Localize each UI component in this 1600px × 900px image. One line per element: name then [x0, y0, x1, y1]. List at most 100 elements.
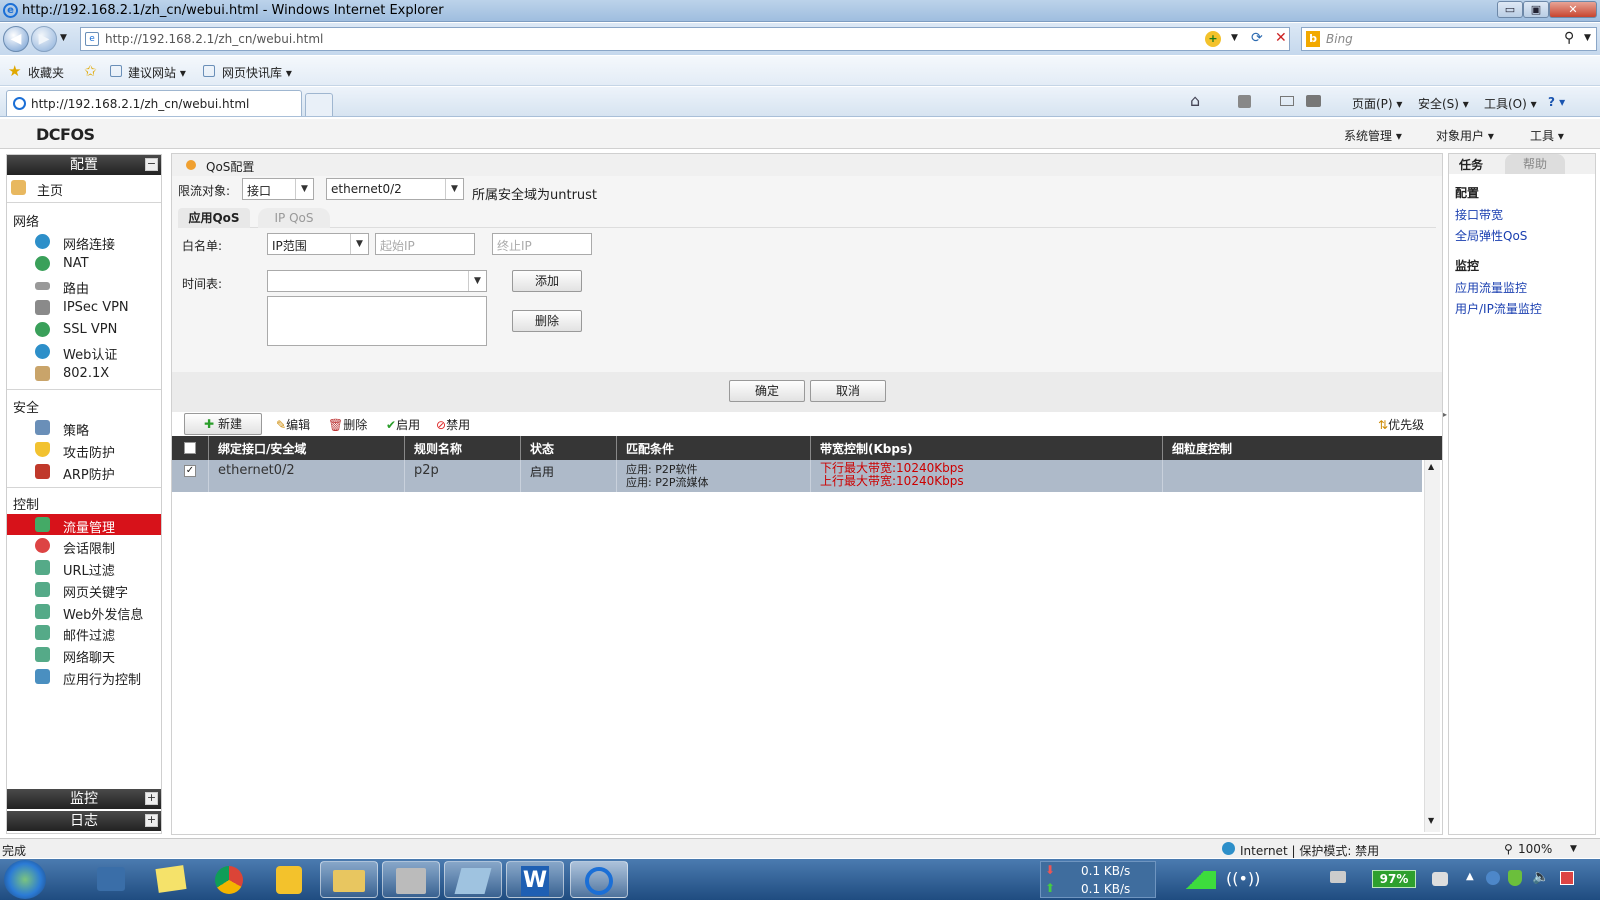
disable-button[interactable]: ⊘禁用	[436, 416, 470, 433]
app-tools-menu[interactable]: 工具 ▾	[1530, 127, 1564, 144]
refresh-icon[interactable]: ⟳	[1251, 30, 1263, 46]
sidebar-item-web-auth[interactable]: Web认证	[7, 341, 161, 363]
table-scrollbar[interactable]: ▲ ▼	[1424, 460, 1440, 832]
scroll-down-icon[interactable]: ▼	[1428, 816, 1434, 825]
delete-button[interactable]: 🗑删除	[328, 416, 367, 433]
link-app-traffic-monitor[interactable]: 应用流量监控	[1455, 279, 1527, 296]
scroll-up-icon[interactable]: ▲	[1428, 462, 1434, 471]
minimize-button[interactable]: ▭	[1497, 1, 1523, 18]
security-shield-icon[interactable]	[1508, 870, 1522, 886]
interface-select[interactable]: ethernet0/2 ▼	[326, 178, 464, 200]
flag-icon[interactable]	[1560, 871, 1574, 885]
ok-button[interactable]: 确定	[729, 380, 805, 402]
taskbar-app-notes[interactable]	[142, 861, 200, 898]
taskbar-app-network[interactable]	[82, 861, 140, 898]
row-checkbox[interactable]: ✓	[184, 465, 196, 477]
search-dropdown-icon[interactable]: ▼	[1584, 33, 1591, 43]
help-menu[interactable]: ? ▾	[1548, 95, 1565, 109]
sidebar-item-app-behavior[interactable]: 应用行为控制	[7, 666, 161, 688]
start-button[interactable]	[4, 860, 46, 899]
cancel-button[interactable]: 取消	[810, 380, 886, 402]
tab-app-qos[interactable]: 应用QoS	[178, 208, 250, 228]
sidebar-log-header[interactable]: 日志 +	[7, 811, 161, 831]
print-icon[interactable]	[1306, 95, 1321, 107]
select-all-checkbox[interactable]	[184, 442, 196, 454]
taskbar-app-browser[interactable]	[200, 861, 258, 898]
feeds-icon[interactable]	[1238, 95, 1251, 108]
close-button[interactable]: ✕	[1549, 1, 1597, 18]
taskbar-app-word[interactable]: W	[506, 861, 564, 898]
column-header[interactable]: 绑定接口/安全域	[218, 440, 306, 457]
signal-strength-icon[interactable]	[1174, 871, 1216, 889]
add-button[interactable]: 添加	[512, 270, 582, 292]
taskbar-app-ie[interactable]	[570, 861, 628, 898]
favorites-button[interactable]: 收藏夹	[28, 64, 64, 81]
sidebar-item-ssl-vpn[interactable]: SSL VPN	[7, 319, 161, 340]
volume-icon[interactable]: 🔈	[1532, 869, 1549, 885]
sidebar-item-ipsec-vpn[interactable]: IPSec VPN	[7, 297, 161, 318]
url-dropdown-icon[interactable]: ▼	[1231, 33, 1238, 43]
table-row[interactable]: ✓ ethernet0/2 p2p 启用 应用: P2P软件 应用: P2P流媒…	[172, 460, 1422, 492]
link-interface-bandwidth[interactable]: 接口带宽	[1455, 206, 1503, 223]
search-input[interactable]: b Bing ⚲ ▼	[1301, 27, 1597, 51]
zoom-dropdown-icon[interactable]: ▼	[1570, 844, 1577, 854]
taskbar-app-explorer[interactable]	[320, 861, 378, 898]
column-header[interactable]: 状态	[530, 440, 554, 457]
sidebar-item-home[interactable]: 主页	[7, 177, 161, 199]
sidebar-item-policy[interactable]: 策略	[7, 417, 161, 439]
priority-button[interactable]: ⇅优先级	[1378, 416, 1424, 433]
schedule-list[interactable]	[267, 296, 487, 346]
taskbar-app-drawing[interactable]	[444, 861, 502, 898]
back-button[interactable]: ◀	[3, 26, 29, 52]
delete-schedule-button[interactable]: 删除	[512, 310, 582, 332]
end-ip-input[interactable]: 终止IP	[492, 233, 592, 255]
sidebar-item-mail-filter[interactable]: 邮件过滤	[7, 622, 161, 644]
sidebar-item-nat[interactable]: NAT	[7, 253, 161, 274]
battery-indicator[interactable]: 97%	[1372, 870, 1416, 888]
home-icon[interactable]: ⌂	[1190, 91, 1200, 110]
sidebar-config-header[interactable]: 配置 −	[7, 155, 161, 175]
zoom-level[interactable]: 100%	[1518, 842, 1552, 856]
enable-button[interactable]: ✔启用	[386, 416, 420, 433]
sidebar-item-traffic-management[interactable]: 流量管理	[7, 514, 161, 536]
tab-help[interactable]: 帮助	[1505, 154, 1565, 174]
sidebar-item-arp-defense[interactable]: ARP防护	[7, 461, 161, 483]
sidebar-item-url-filter[interactable]: URL过滤	[7, 557, 161, 579]
schedule-select[interactable]: ▼	[267, 270, 487, 292]
wireless-icon[interactable]: ((•))	[1226, 869, 1260, 888]
forward-button[interactable]: ▶	[31, 26, 57, 52]
show-hidden-icons[interactable]: ▲	[1466, 871, 1474, 882]
safety-menu[interactable]: 安全(S) ▾	[1418, 95, 1469, 112]
tray-app-icon[interactable]	[1486, 871, 1500, 885]
column-header[interactable]: 带宽控制(Kbps)	[820, 440, 913, 457]
column-header[interactable]: 细粒度控制	[1172, 440, 1232, 457]
limit-type-select[interactable]: 接口 ▼	[242, 178, 314, 200]
column-header[interactable]: 匹配条件	[626, 440, 674, 457]
expand-icon[interactable]: +	[145, 814, 158, 827]
suggested-sites-link[interactable]: 建议网站 ▾	[128, 64, 186, 81]
sidebar-item-attack-defense[interactable]: 攻击防护	[7, 439, 161, 461]
system-management-menu[interactable]: 系统管理 ▾	[1344, 127, 1402, 144]
tools-menu[interactable]: 工具(O) ▾	[1484, 95, 1537, 112]
sidebar-monitor-header[interactable]: 监控 +	[7, 789, 161, 809]
new-tab-button[interactable]	[305, 93, 333, 116]
read-mail-icon[interactable]	[1280, 96, 1294, 106]
browser-tab-active[interactable]: http://192.168.2.1/zh_cn/webui.html	[6, 90, 302, 116]
column-header[interactable]: 规则名称	[414, 440, 462, 457]
sidebar-item-8021x[interactable]: 802.1X	[7, 363, 161, 384]
tab-ip-qos[interactable]: IP QoS	[258, 208, 330, 228]
sidebar-item-route[interactable]: 路由	[7, 275, 161, 297]
object-user-menu[interactable]: 对象用户 ▾	[1436, 127, 1494, 144]
stop-icon[interactable]: ✕	[1275, 30, 1287, 46]
sidebar-item-session-limit[interactable]: 会话限制	[7, 535, 161, 557]
sidebar-item-network-connection[interactable]: 网络连接	[7, 231, 161, 253]
expand-icon[interactable]: +	[145, 792, 158, 805]
add-favorite-icon[interactable]: ✩	[84, 62, 97, 80]
new-button[interactable]: ✚ 新建	[184, 413, 262, 435]
collapse-icon[interactable]: −	[145, 158, 158, 171]
sidebar-item-web-keyword[interactable]: 网页关键字	[7, 579, 161, 601]
taskbar-app-tool[interactable]	[382, 861, 440, 898]
keyboard-icon[interactable]	[1330, 871, 1346, 883]
page-menu[interactable]: 页面(P) ▾	[1352, 95, 1402, 112]
tab-tasks[interactable]: 任务	[1459, 156, 1483, 173]
